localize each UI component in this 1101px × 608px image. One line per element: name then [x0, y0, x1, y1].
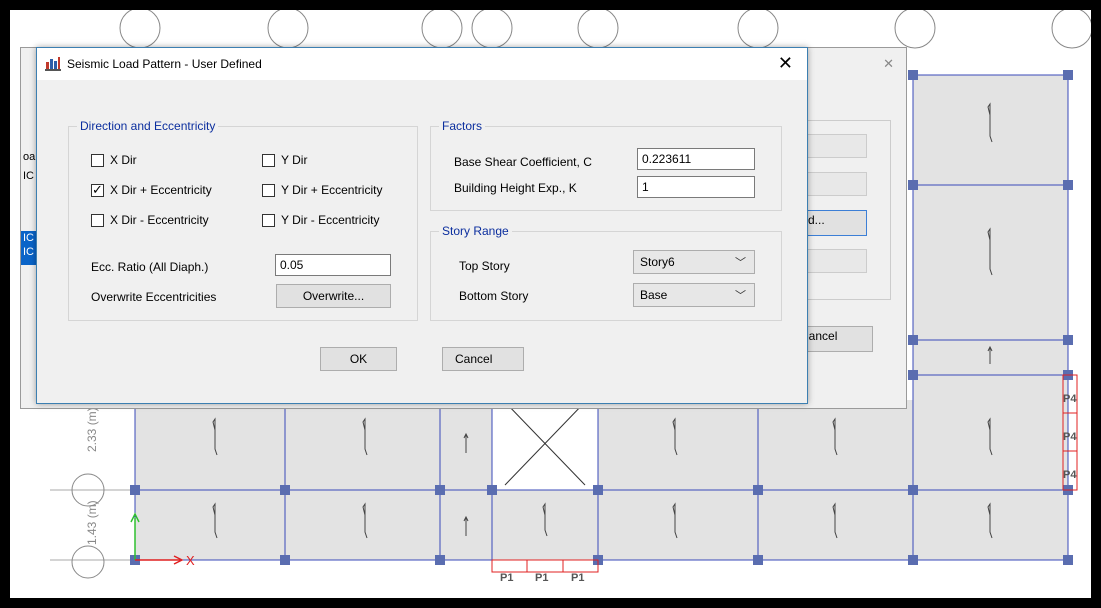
bottom-story-select[interactable]: Base ﹀ [633, 283, 755, 307]
chevron-down-icon: ﹀ [735, 290, 746, 302]
story-range-title: Story Range [439, 224, 512, 238]
dim-upper-label: 2.33 (m) [85, 407, 99, 452]
pier-label-p4a: P4 [1063, 393, 1077, 405]
base-shear-input[interactable]: 0.223611 [637, 148, 755, 170]
y-dir-plus-ecc-checkbox[interactable] [262, 184, 275, 197]
close-icon[interactable]: ✕ [778, 53, 793, 74]
chevron-down-icon: ﹀ [735, 257, 746, 269]
x-dir-plus-ecc-checkbox[interactable] [91, 182, 104, 198]
direction-eccentricity-group: Direction and Eccentricity X Dir Y Dir X… [68, 119, 418, 321]
x-axis-label: X [186, 553, 195, 568]
story-range-group: Story Range Top Story Story6 ﹀ Bottom St… [430, 224, 782, 321]
x-dir-checkbox[interactable] [91, 154, 104, 167]
pier-labels-bottom: P1 P1 P1 [491, 559, 599, 584]
dim-lower-label: 1.43 (m) [85, 500, 99, 545]
top-story-value: Story6 [640, 255, 675, 269]
y-dir-minus-ecc-checkbox[interactable] [262, 214, 275, 227]
opening [491, 399, 599, 491]
base-shear-label: Base Shear Coefficient, C [454, 155, 592, 169]
ok-button[interactable]: OK [320, 347, 397, 371]
overwrite-button[interactable]: Overwrite... [276, 284, 391, 308]
pier-labels-right: P4 P4 P4 [1062, 374, 1078, 491]
x-dir-plus-ecc-label: X Dir + Eccentricity [110, 183, 212, 197]
height-exp-input[interactable]: 1 [637, 176, 755, 198]
x-dir-minus-ecc-label: X Dir - Eccentricity [110, 213, 209, 227]
dialog-titlebar[interactable]: Seismic Load Pattern - User Defined ✕ [37, 48, 807, 80]
factors-title: Factors [439, 119, 486, 133]
y-dir-plus-ecc-label: Y Dir + Eccentricity [281, 183, 383, 197]
bottom-story-value: Base [640, 288, 668, 302]
seismic-load-pattern-dialog: Seismic Load Pattern - User Defined ✕ Di… [36, 47, 808, 404]
app-icon [45, 57, 61, 71]
x-dir-minus-ecc-checkbox[interactable] [91, 214, 104, 227]
top-story-label: Top Story [459, 259, 510, 273]
y-dir-minus-ecc-label: Y Dir - Eccentricity [281, 213, 380, 227]
background-field-2 [801, 172, 867, 196]
background-close-icon[interactable]: ✕ [883, 56, 894, 72]
x-dir-label: X Dir [110, 153, 137, 167]
bottom-story-label: Bottom Story [459, 289, 529, 303]
pier-label-p4c: P4 [1063, 469, 1077, 481]
cancel-button[interactable]: Cancel [442, 347, 524, 371]
pier-label-p1a: P1 [500, 572, 513, 584]
app-canvas-frame: P1 P1 P1 P4 P4 P4 2.33 (m) 1.43 (m) X ✕ [10, 10, 1091, 598]
top-story-select[interactable]: Story6 ﹀ [633, 250, 755, 274]
dialog-title: Seismic Load Pattern - User Defined [67, 57, 262, 71]
pier-label-p4b: P4 [1063, 431, 1077, 443]
y-dir-label: Y Dir [281, 153, 308, 167]
background-clip-text-1: oa [23, 151, 36, 163]
background-clip-text-4: IC [23, 246, 34, 258]
background-clip-text-3: IC [23, 232, 34, 244]
pier-label-p1c: P1 [571, 572, 584, 584]
pier-label-p1b: P1 [535, 572, 548, 584]
background-field-1 [801, 134, 867, 158]
background-partial-button[interactable]: d... [801, 210, 867, 236]
overwrite-eccentricities-label: Overwrite Eccentricities [91, 290, 217, 304]
direction-eccentricity-title: Direction and Eccentricity [77, 119, 219, 133]
background-clip-text-2: IC [23, 170, 34, 182]
y-dir-checkbox[interactable] [262, 154, 275, 167]
background-field-3 [801, 249, 867, 273]
ecc-ratio-label: Ecc. Ratio (All Diaph.) [91, 260, 209, 274]
ecc-ratio-input[interactable]: 0.05 [275, 254, 391, 276]
height-exp-label: Building Height Exp., K [454, 181, 577, 195]
factors-group: Factors Base Shear Coefficient, C 0.2236… [430, 119, 782, 211]
